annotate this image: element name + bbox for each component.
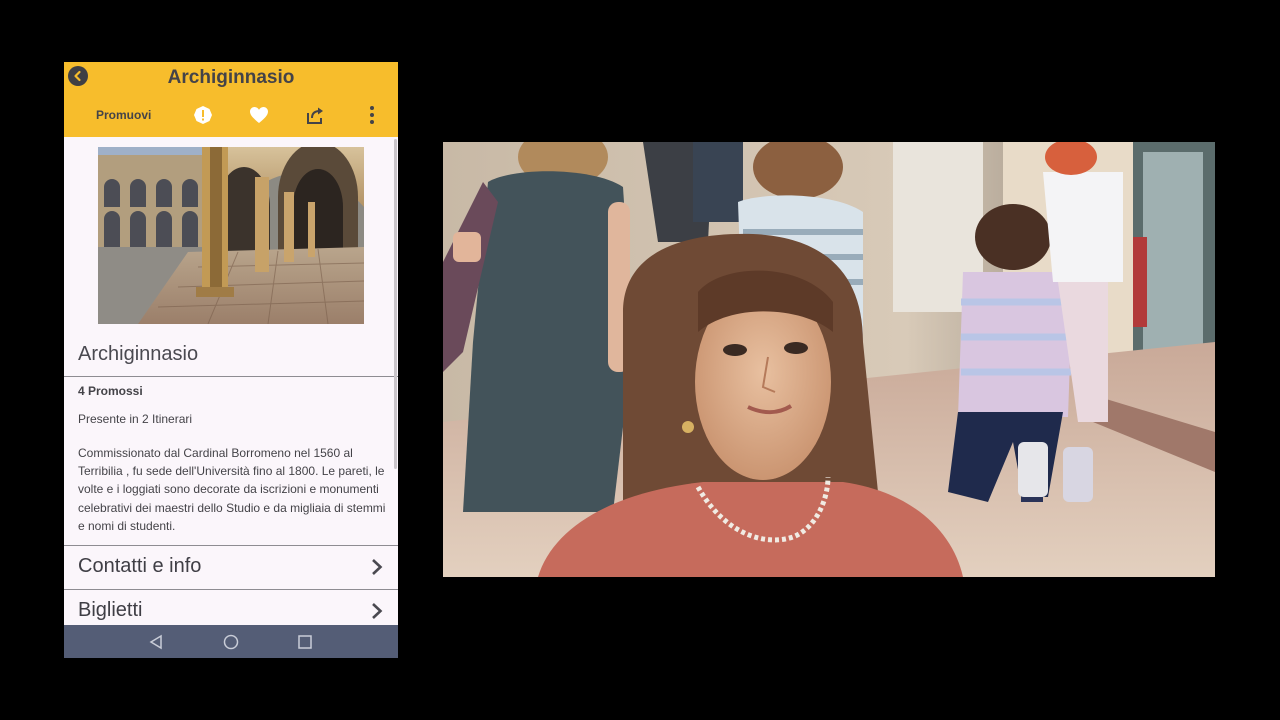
- promoted-count: 4 Promossi: [78, 384, 143, 398]
- divider: [64, 376, 398, 377]
- report-button[interactable]: [191, 103, 215, 127]
- video-frame: [443, 142, 1215, 577]
- share-icon: [307, 107, 323, 124]
- place-title: Archiginnasio: [78, 343, 199, 365]
- promote-button[interactable]: Promuovi: [96, 108, 151, 122]
- more-button[interactable]: [360, 103, 384, 127]
- row-label: Contatti e info: [78, 555, 202, 577]
- alert-icon: [194, 106, 212, 124]
- contacts-info-row[interactable]: Contatti e info: [64, 546, 398, 589]
- place-photo: [98, 147, 364, 324]
- phone-screen: Archiginnasio Promuovi Archiginnasio 4 P…: [64, 62, 398, 658]
- heart-icon: [250, 107, 268, 123]
- action-toolbar: Promuovi: [64, 100, 398, 132]
- square-recents-icon: [298, 635, 312, 649]
- chevron-right-icon: [372, 559, 383, 575]
- chevron-right-icon: [372, 603, 383, 619]
- itineraries-count: Presente in 2 Itinerari: [78, 412, 193, 426]
- triangle-back-icon: [149, 634, 162, 650]
- app-title: Archiginnasio: [167, 67, 295, 88]
- place-description: Commissionato dal Cardinal Borromeno nel…: [78, 446, 386, 533]
- favorite-button[interactable]: [247, 103, 271, 127]
- nav-back-button[interactable]: [147, 633, 165, 651]
- app-bar: Archiginnasio Promuovi: [64, 62, 398, 137]
- row-label: Biglietti: [78, 599, 143, 621]
- circle-home-icon: [223, 634, 239, 650]
- system-navigation-bar: [64, 625, 398, 658]
- detail-content[interactable]: Archiginnasio 4 Promossi Presente in 2 I…: [64, 137, 398, 633]
- nav-recents-button[interactable]: [296, 633, 314, 651]
- share-button[interactable]: [303, 103, 327, 127]
- nav-home-button[interactable]: [222, 633, 240, 651]
- more-vert-icon: [370, 106, 374, 124]
- scrollbar[interactable]: [394, 139, 397, 469]
- screen: Archiginnasio Promuovi Archiginnasio 4 P…: [0, 0, 1280, 720]
